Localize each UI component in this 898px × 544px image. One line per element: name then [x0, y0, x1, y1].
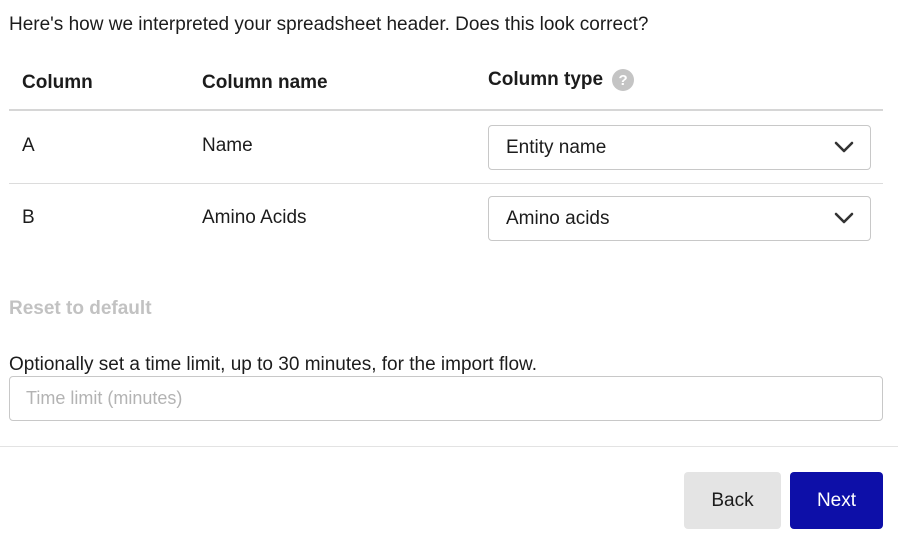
intro-text: Here's how we interpreted your spreadshe…: [9, 14, 649, 35]
question-circle-icon[interactable]: ?: [612, 69, 635, 91]
table-header: Column Column name Column type ?: [9, 52, 883, 111]
column-mapping-table: Column Column name Column type ? A Name …: [9, 52, 883, 256]
table-row: A Name Entity name: [9, 111, 883, 184]
time-limit-label: Optionally set a time limit, up to 30 mi…: [9, 354, 538, 375]
next-button[interactable]: Next: [790, 472, 883, 529]
column-type-select[interactable]: Entity name: [488, 125, 871, 170]
footer-divider: [0, 446, 898, 447]
reset-to-default-link[interactable]: Reset to default: [9, 298, 152, 320]
column-type-select[interactable]: Amino acids: [488, 196, 871, 241]
header-column-type-label: Column type: [488, 69, 604, 90]
chevron-down-icon: [834, 141, 854, 153]
back-button[interactable]: Back: [684, 472, 781, 529]
header-column-name: Column name: [202, 72, 328, 93]
header-column-type: Column type ?: [488, 69, 635, 91]
column-type-value: Amino acids: [506, 207, 610, 229]
time-limit-input[interactable]: [9, 376, 883, 421]
row-column-letter: B: [22, 207, 35, 228]
row-column-letter: A: [22, 135, 35, 156]
import-mapping-page: Here's how we interpreted your spreadshe…: [0, 0, 898, 544]
chevron-down-icon: [834, 212, 854, 224]
column-type-value: Entity name: [506, 136, 607, 158]
row-column-name: Name: [202, 135, 253, 156]
table-row: B Amino Acids Amino acids: [9, 184, 883, 256]
header-column: Column: [22, 72, 93, 93]
row-column-name: Amino Acids: [202, 207, 307, 228]
